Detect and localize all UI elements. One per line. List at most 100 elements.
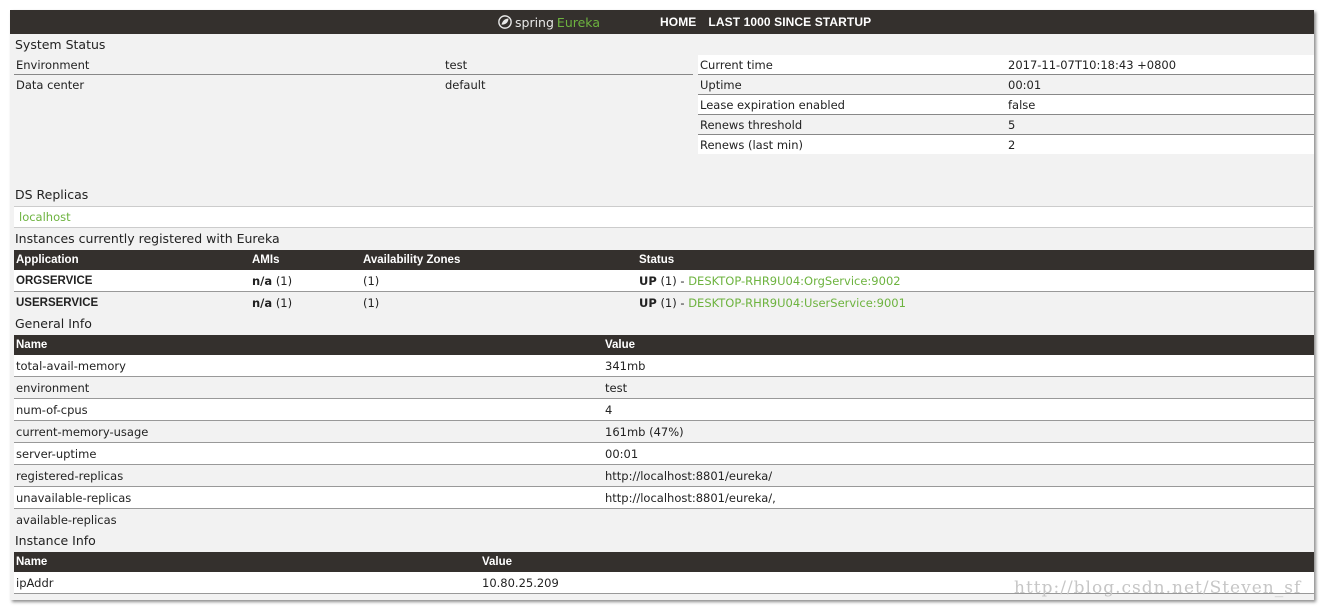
status-value: default — [445, 77, 486, 92]
status-key: Current time — [698, 55, 1006, 75]
system-status-right-table: Current time 2017-11-07T10:18:43 +0800 U… — [698, 55, 1314, 154]
info-value: 341mb — [603, 355, 1314, 377]
amis-cell: n/a (1) — [250, 270, 361, 292]
info-name: current-memory-usage — [14, 420, 603, 443]
col-name: Name — [14, 552, 480, 572]
table-row: Environment test — [14, 55, 693, 75]
amis-value: n/a — [252, 273, 273, 288]
table-row: current-memory-usage 161mb (47%) — [14, 420, 1314, 443]
info-value: http://localhost:8801/eureka/ — [603, 464, 1314, 487]
status-up: UP — [639, 295, 657, 310]
system-status-section: Environment test Data center default Cur… — [14, 55, 1314, 184]
table-row: Data center default — [14, 75, 693, 95]
brand-logo[interactable]: spring Eureka — [498, 14, 600, 30]
status-key: Renews (last min) — [700, 137, 804, 152]
info-name: server-uptime — [14, 442, 603, 465]
col-application: Application — [14, 250, 250, 270]
table-header-row: Application AMIs Availability Zones Stat… — [14, 250, 1314, 270]
info-name: available-replicas — [14, 508, 603, 530]
brand-spring-text: spring — [515, 14, 554, 30]
zones-cell: (1) — [361, 291, 637, 313]
status-key: Data center — [16, 77, 85, 92]
table-row: USERSERVICE n/a (1) (1) UP (1) - DESKTOP… — [14, 291, 1314, 313]
info-name: num-of-cpus — [14, 398, 603, 421]
col-amis: AMIs — [250, 250, 361, 270]
info-name: ipAddr — [14, 572, 480, 594]
table-row: Renews (last min) 2 — [698, 134, 1314, 154]
table-row: Uptime 00:01 — [698, 74, 1314, 95]
info-name: registered-replicas — [14, 464, 603, 487]
info-value: http://localhost:8801/eureka/, — [603, 486, 1314, 509]
info-value: 4 — [603, 398, 1314, 421]
general-info-title: General Info — [15, 316, 92, 331]
table-row: unavailable-replicas http://localhost:88… — [14, 486, 1314, 509]
zones-cell: (1) — [361, 270, 637, 292]
amis-value: n/a — [252, 295, 273, 310]
instance-link[interactable]: DESKTOP-RHR9U04:OrgService:9002 — [688, 274, 900, 288]
info-value: 161mb (47%) — [603, 420, 1314, 443]
status-count: (1) - — [660, 295, 685, 310]
table-row: Renews threshold 5 — [698, 114, 1314, 135]
status-value: 00:01 — [1006, 74, 1314, 95]
nav-last-1000-link[interactable]: LAST 1000 SINCE STARTUP — [708, 15, 871, 29]
info-name: unavailable-replicas — [14, 486, 603, 509]
system-status-title: System Status — [15, 37, 106, 52]
table-row: registered-replicas http://localhost:880… — [14, 464, 1314, 487]
col-value: Value — [603, 335, 1314, 355]
app-name: ORGSERVICE — [14, 270, 250, 292]
status-key: Renews threshold — [698, 114, 1006, 135]
status-value: test — [443, 55, 693, 75]
amis-count: (1) — [275, 273, 293, 288]
watermark-text: http://blog.csdn.net/Steven_sf — [1014, 578, 1302, 598]
main-content: System Status Environment test Data cent… — [10, 34, 1314, 600]
status-count: (1) - — [660, 273, 685, 288]
table-row: ORGSERVICE n/a (1) (1) UP (1) - DESKTOP-… — [14, 270, 1314, 292]
system-status-left-table: Environment test Data center default — [14, 55, 693, 94]
table-row: num-of-cpus 4 — [14, 398, 1314, 421]
replica-link-localhost[interactable]: localhost — [19, 210, 71, 224]
info-name: total-avail-memory — [14, 355, 603, 377]
status-key: Uptime — [698, 74, 1006, 95]
status-cell: UP (1) - DESKTOP-RHR9U04:UserService:900… — [637, 291, 1314, 313]
status-value: 5 — [1006, 114, 1314, 135]
info-value: test — [603, 376, 1314, 399]
instance-link[interactable]: DESKTOP-RHR9U04:UserService:9001 — [688, 296, 906, 310]
status-value: 2017-11-07T10:18:43 +0800 — [1006, 55, 1314, 75]
col-status: Status — [637, 250, 1314, 270]
nav-home-link[interactable]: HOME — [660, 15, 696, 29]
info-name: status — [14, 593, 480, 600]
col-availability-zones: Availability Zones — [361, 250, 637, 270]
amis-cell: n/a (1) — [250, 291, 361, 313]
instances-title: Instances currently registered with Eure… — [15, 231, 280, 246]
app-name: USERSERVICE — [14, 291, 250, 313]
info-name: environment — [14, 376, 603, 399]
instance-info-title: Instance Info — [15, 533, 96, 548]
table-row: total-avail-memory 341mb — [14, 355, 1314, 377]
brand-eureka-text: Eureka — [556, 14, 600, 30]
status-value: false — [1006, 94, 1314, 115]
table-row: server-uptime 00:01 — [14, 442, 1314, 465]
col-value: Value — [480, 552, 1314, 572]
instances-table: Application AMIs Availability Zones Stat… — [14, 250, 1314, 313]
amis-count: (1) — [275, 295, 293, 310]
nav-links: HOME LAST 1000 SINCE STARTUP — [660, 15, 871, 29]
info-value — [603, 508, 1314, 530]
ds-replicas-list: localhost — [14, 206, 1313, 228]
table-header-row: Name Value — [14, 335, 1314, 355]
status-up: UP — [639, 273, 657, 288]
table-row: Current time 2017-11-07T10:18:43 +0800 — [698, 55, 1314, 75]
info-value: 00:01 — [603, 442, 1314, 465]
general-info-table: Name Value total-avail-memory 341mb envi… — [14, 335, 1314, 530]
table-row: available-replicas — [14, 508, 1314, 530]
ds-replicas-title: DS Replicas — [15, 187, 89, 202]
status-key: Environment — [14, 55, 443, 75]
eureka-dashboard: spring Eureka HOME LAST 1000 SINCE START… — [10, 10, 1314, 600]
table-row: Lease expiration enabled false — [698, 94, 1314, 115]
table-row: environment test — [14, 376, 1314, 399]
spring-leaf-icon — [498, 15, 512, 29]
status-value: 2 — [1008, 137, 1016, 152]
table-header-row: Name Value — [14, 552, 1314, 572]
status-cell: UP (1) - DESKTOP-RHR9U04:OrgService:9002 — [637, 270, 1314, 292]
col-name: Name — [14, 335, 603, 355]
navbar: spring Eureka HOME LAST 1000 SINCE START… — [10, 10, 1314, 34]
